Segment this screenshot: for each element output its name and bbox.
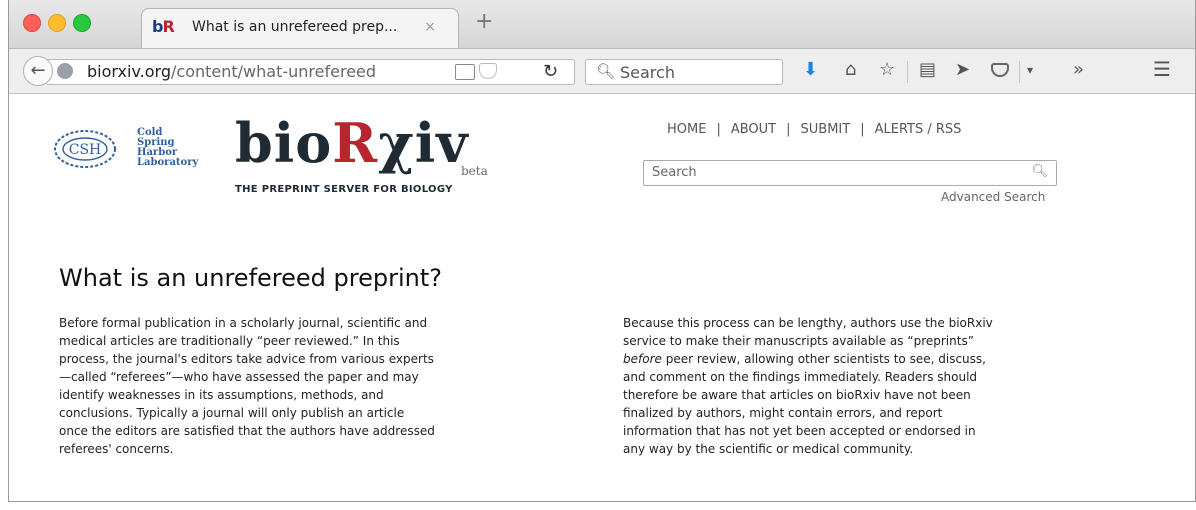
favicon-r: R xyxy=(162,17,174,36)
zoom-window-button[interactable] xyxy=(73,14,91,32)
overflow-chevron-icon[interactable]: ▾ xyxy=(1027,63,1033,77)
back-button[interactable]: ← xyxy=(23,56,53,86)
nav-about-link[interactable]: ABOUT xyxy=(731,122,776,137)
pocket-icon[interactable] xyxy=(991,63,1009,77)
tab-title: What is an unrefereed prep... xyxy=(192,19,398,35)
url-path: /content/what-unrefereed xyxy=(171,62,377,81)
text-line-rest: peer review, allowing other scientists t… xyxy=(665,352,986,366)
site-nav: HOME | ABOUT | SUBMIT | ALERTS / RSS xyxy=(667,122,961,137)
italic-word: before xyxy=(623,352,662,366)
text-line: referees' concerns. xyxy=(59,442,174,456)
search-icon[interactable]: 🔍︎ xyxy=(1031,164,1048,179)
nav-separator: | xyxy=(716,122,721,137)
csh-line: Laboratory xyxy=(137,157,199,168)
url-bar[interactable]: biorxiv.org/content/what-unrefereed ↻ xyxy=(47,59,575,85)
text-line: information that has not yet been accept… xyxy=(623,424,976,438)
site-search-input[interactable]: Search 🔍︎ xyxy=(643,160,1057,186)
download-icon[interactable]: ⬇ xyxy=(803,59,818,80)
minimize-window-button[interactable] xyxy=(48,14,66,32)
logo-xiv: χiv xyxy=(378,111,469,175)
text-line: therefore be aware that articles on bioR… xyxy=(623,388,971,402)
text-line: finalized by authors, might contain erro… xyxy=(623,406,943,420)
send-icon[interactable]: ➤ xyxy=(955,59,970,80)
text-line: once the editors are satisfied that the … xyxy=(59,424,435,438)
toolbar-separator xyxy=(907,61,908,83)
beta-label: beta xyxy=(461,164,488,178)
browser-window: bR What is an unrefereed prep... × + bio… xyxy=(8,0,1196,502)
tab-active[interactable]: bR What is an unrefereed prep... × xyxy=(141,8,459,48)
browser-search-placeholder: Search xyxy=(620,63,675,82)
reading-list-icon[interactable]: ▤ xyxy=(919,59,936,80)
nav-alerts-link[interactable]: ALERTS / RSS xyxy=(875,122,962,137)
text-line: identify weaknesses in its assumptions, … xyxy=(59,388,384,402)
advanced-search-link[interactable]: Advanced Search xyxy=(941,190,1045,204)
new-tab-button[interactable]: + xyxy=(475,11,493,33)
more-tools-icon[interactable]: » xyxy=(1073,59,1084,80)
text-line: and comment on the findings immediately.… xyxy=(623,370,978,384)
navigation-toolbar: biorxiv.org/content/what-unrefereed ↻ ← … xyxy=(9,49,1195,94)
tab-strip: bR What is an unrefereed prep... × + xyxy=(9,0,1195,49)
favicon-b: b xyxy=(152,17,163,36)
menu-icon[interactable]: ☰ xyxy=(1153,57,1171,81)
close-window-button[interactable] xyxy=(23,14,41,32)
text-line: process, the journal's editors take advi… xyxy=(59,352,434,366)
browser-search-input[interactable]: 🔍︎ Search xyxy=(585,59,783,85)
search-icon: 🔍︎ xyxy=(596,62,616,80)
save-to-pocket-icon[interactable] xyxy=(479,63,497,79)
bookmark-star-icon[interactable]: ☆ xyxy=(879,59,895,80)
article-column-right: Because this process can be lengthy, aut… xyxy=(623,314,1053,458)
text-line: Before formal publication in a scholarly… xyxy=(59,316,428,330)
text-line: —called “referees”—who have assessed the… xyxy=(59,370,419,384)
toolbar-separator xyxy=(1019,61,1020,83)
url-host: biorxiv.org xyxy=(87,62,172,81)
tab-close-icon[interactable]: × xyxy=(424,19,436,35)
reader-view-icon[interactable] xyxy=(455,64,475,80)
text-line: any way by the scientific or medical com… xyxy=(623,442,914,456)
home-icon[interactable]: ⌂ xyxy=(845,59,856,80)
nav-home-link[interactable]: HOME xyxy=(667,122,706,137)
page-title: What is an unrefereed preprint? xyxy=(59,264,442,292)
reload-icon[interactable]: ↻ xyxy=(543,61,558,82)
text-line: medical articles are traditionally “peer… xyxy=(59,334,400,348)
page-content: CSH Cold Spring Harbor Laboratory bioRχi… xyxy=(9,94,1195,501)
csh-mark: CSH xyxy=(69,142,102,158)
logo-bio: bio xyxy=(235,111,333,175)
text-line: conclusions. Typically a journal will on… xyxy=(59,406,405,420)
nav-submit-link[interactable]: SUBMIT xyxy=(801,122,851,137)
csh-name[interactable]: Cold Spring Harbor Laboratory xyxy=(137,128,198,168)
site-search-placeholder: Search xyxy=(652,165,697,180)
nav-separator: | xyxy=(786,122,791,137)
biorxiv-logo[interactable]: bioRχiv xyxy=(235,116,469,170)
tagline: THE PREPRINT SERVER FOR BIOLOGY xyxy=(235,184,453,195)
text-line: Because this process can be lengthy, aut… xyxy=(623,316,993,330)
text-line: service to make their manuscripts availa… xyxy=(623,334,974,348)
article-column-left: Before formal publication in a scholarly… xyxy=(59,314,489,458)
biorxiv-favicon-icon: bR xyxy=(152,17,175,36)
logo-r: R xyxy=(332,111,379,175)
site-identity-icon[interactable] xyxy=(57,63,73,79)
text-line: before peer review, allowing other scien… xyxy=(623,350,1053,368)
url-text[interactable]: biorxiv.org/content/what-unrefereed xyxy=(87,62,377,81)
nav-separator: | xyxy=(860,122,865,137)
